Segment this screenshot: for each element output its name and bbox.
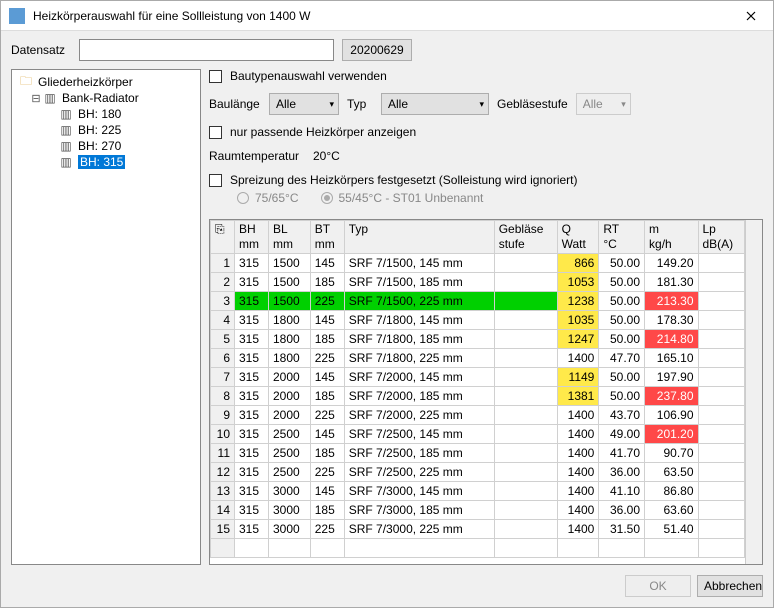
date-button[interactable]: 20200629: [342, 39, 412, 61]
spread-row: Spreizung des Heizkörpers festgesetzt (S…: [209, 173, 763, 187]
fan-select: Alle▾: [576, 93, 631, 115]
tree-leaf-3[interactable]: ▥ BH: 315: [14, 154, 198, 170]
table-row[interactable]: 13151500145SRF 7/1500, 145 mm86650.00149…: [211, 254, 745, 273]
table-row[interactable]: 93152000225SRF 7/2000, 225 mm140043.7010…: [211, 406, 745, 425]
spread-label: Spreizung des Heizkörpers festgesetzt (S…: [230, 173, 578, 187]
collapse-icon[interactable]: ⊟: [30, 92, 42, 105]
table-header-row: ⎘ BHmm BLmm BTmm Typ Gebläsestufe QWatt …: [211, 221, 745, 254]
cancel-button[interactable]: Abbrechen: [697, 575, 763, 597]
dataset-row: Datensatz 20200629: [11, 39, 763, 61]
fitting-only-checkbox[interactable]: [209, 126, 222, 139]
spread-checkbox[interactable]: [209, 174, 222, 187]
table-row[interactable]: 83152000185SRF 7/2000, 185 mm138150.0023…: [211, 387, 745, 406]
tree-view[interactable]: 🗀 Gliederheizkörper ⊟ ▥ Bank-Radiator ▥ …: [11, 69, 201, 565]
tree-node-group[interactable]: ⊟ ▥ Bank-Radiator: [14, 90, 198, 106]
tree-leaf-1[interactable]: ▥ BH: 225: [14, 122, 198, 138]
col-m[interactable]: mkg/h: [645, 221, 698, 254]
close-icon: [746, 11, 756, 21]
spread-radios: 75/65°C 55/45°C - ST01 Unbenannt: [237, 191, 763, 205]
table-row: [211, 539, 745, 558]
radiator-icon: ▥: [58, 123, 74, 137]
room-temp-value: 20°C: [313, 149, 340, 163]
length-type-row: Baulänge Alle▾ Typ Alle▾ Gebläsestufe Al…: [209, 93, 763, 115]
table-row[interactable]: 133153000145SRF 7/3000, 145 mm140041.108…: [211, 482, 745, 501]
use-types-row: Bautypenauswahl verwenden: [209, 69, 763, 83]
table-body: 13151500145SRF 7/1500, 145 mm86650.00149…: [211, 254, 745, 558]
app-icon: [9, 8, 25, 24]
table-wrapper: ⎘ BHmm BLmm BTmm Typ Gebläsestufe QWatt …: [209, 219, 763, 565]
table-row[interactable]: 53151800185SRF 7/1800, 185 mm124750.0021…: [211, 330, 745, 349]
ok-button: OK: [625, 575, 691, 597]
fitting-only-row: nur passende Heizkörper anzeigen: [209, 125, 763, 139]
type-select[interactable]: Alle▾: [381, 93, 489, 115]
corner-cell[interactable]: ⎘: [211, 221, 235, 254]
use-types-checkbox[interactable]: [209, 70, 222, 83]
room-temp-label: Raumtemperatur: [209, 149, 305, 163]
folder-icon: 🗀: [18, 75, 34, 89]
table-row[interactable]: 143153000185SRF 7/3000, 185 mm140036.006…: [211, 501, 745, 520]
chevron-down-icon: ▾: [321, 99, 334, 110]
tree-leaf-0[interactable]: ▥ BH: 180: [14, 106, 198, 122]
dialog-window: Heizkörperauswahl für eine Sollleistung …: [0, 0, 774, 608]
table-row[interactable]: 43151800145SRF 7/1800, 145 mm103550.0017…: [211, 311, 745, 330]
table-row[interactable]: 63151800225SRF 7/1800, 225 mm140047.7016…: [211, 349, 745, 368]
col-bh[interactable]: BHmm: [235, 221, 269, 254]
content: Datensatz 20200629 🗀 Gliederheizkörper ⊟…: [1, 31, 773, 565]
chevron-down-icon: ▾: [613, 99, 626, 110]
radiator-icon: ▥: [58, 107, 74, 121]
table-row[interactable]: 123152500225SRF 7/2500, 225 mm140036.006…: [211, 463, 745, 482]
radiator-icon: ▥: [58, 155, 74, 169]
col-rt[interactable]: RT°C: [599, 221, 645, 254]
fan-label: Gebläsestufe: [497, 97, 568, 111]
right-pane: Bautypenauswahl verwenden Baulänge Alle▾…: [209, 69, 763, 565]
col-q[interactable]: QWatt: [557, 221, 599, 254]
col-bl[interactable]: BLmm: [268, 221, 310, 254]
table-row[interactable]: 23151500185SRF 7/1500, 185 mm105350.0018…: [211, 273, 745, 292]
col-bt[interactable]: BTmm: [310, 221, 344, 254]
close-button[interactable]: [728, 1, 773, 31]
radiator-icon: ▥: [42, 91, 58, 105]
fitting-only-label: nur passende Heizkörper anzeigen: [230, 125, 416, 139]
col-stufe[interactable]: Gebläsestufe: [494, 221, 557, 254]
tree-leaf-2[interactable]: ▥ BH: 270: [14, 138, 198, 154]
table-scroll[interactable]: ⎘ BHmm BLmm BTmm Typ Gebläsestufe QWatt …: [210, 220, 745, 564]
table-row[interactable]: 33151500225SRF 7/1500, 225 mm123850.0021…: [211, 292, 745, 311]
col-lp[interactable]: LpdB(A): [698, 221, 745, 254]
table-row[interactable]: 73152000145SRF 7/2000, 145 mm114950.0019…: [211, 368, 745, 387]
radio-55-45-label: 55/45°C - ST01 Unbenannt: [339, 191, 484, 205]
table-row[interactable]: 113152500185SRF 7/2500, 185 mm140041.709…: [211, 444, 745, 463]
type-label: Typ: [347, 97, 373, 111]
col-typ[interactable]: Typ: [344, 221, 494, 254]
window-title: Heizkörperauswahl für eine Sollleistung …: [33, 9, 728, 23]
room-temp-row: Raumtemperatur 20°C: [209, 149, 763, 163]
length-select[interactable]: Alle▾: [269, 93, 339, 115]
length-label: Baulänge: [209, 97, 261, 111]
use-types-label: Bautypenauswahl verwenden: [230, 69, 387, 83]
split-pane: 🗀 Gliederheizkörper ⊟ ▥ Bank-Radiator ▥ …: [11, 69, 763, 565]
copy-icon[interactable]: ⎘: [215, 222, 225, 236]
dataset-input[interactable]: [79, 39, 334, 61]
titlebar: Heizkörperauswahl für eine Sollleistung …: [1, 1, 773, 31]
footer: OK Abbrechen: [1, 565, 773, 607]
radio-55-45: [321, 192, 333, 204]
chevron-down-icon: ▾: [471, 99, 484, 110]
results-table: ⎘ BHmm BLmm BTmm Typ Gebläsestufe QWatt …: [210, 220, 745, 558]
tree-node-root[interactable]: 🗀 Gliederheizkörper: [14, 74, 198, 90]
radiator-icon: ▥: [58, 139, 74, 153]
dataset-label: Datensatz: [11, 43, 71, 57]
table-row[interactable]: 103152500145SRF 7/2500, 145 mm140049.002…: [211, 425, 745, 444]
radio-75-65-label: 75/65°C: [255, 191, 299, 205]
table-row[interactable]: 153153000225SRF 7/3000, 225 mm140031.505…: [211, 520, 745, 539]
vertical-scrollbar[interactable]: [745, 220, 762, 564]
radio-75-65: [237, 192, 249, 204]
